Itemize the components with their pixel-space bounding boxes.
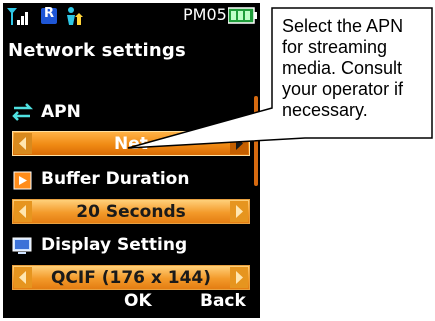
chevron-right-icon [236,205,243,218]
arrows-exchange-icon [12,103,34,121]
battery-icon [228,7,257,24]
data-transfer-icon [67,7,83,25]
apn-value: Net [114,134,148,154]
status-bar: R PM05:58 [3,3,260,29]
buffer-play-icon [13,171,32,190]
chevron-right-icon [236,137,243,150]
roaming-badge-text: R [44,6,55,21]
buffer-duration-selector[interactable]: 20 Seconds [12,199,250,224]
apn-label: APN [41,102,81,122]
antenna-icon [7,8,17,25]
phone-screen: R PM05:58 Network settings APN Net Buffe… [3,3,260,318]
display-setting-value: QCIF (176 x 144) [50,268,212,288]
callout-line: necessary. [282,100,368,120]
display-prev-arrow[interactable] [14,267,32,288]
callout-text: Select the APN for streaming media. Cons… [282,16,432,121]
buffer-duration-value: 20 Seconds [76,202,186,222]
ok-softkey[interactable]: OK [124,291,152,311]
chevron-right-icon [236,271,243,284]
signal-strength-icon [17,12,28,25]
back-softkey[interactable]: Back [200,291,246,311]
apn-next-arrow[interactable] [230,133,248,154]
buffer-duration-label: Buffer Duration [41,169,190,189]
callout-line: for streaming [282,37,388,57]
display-next-arrow[interactable] [230,267,248,288]
scrollbar[interactable] [254,96,258,186]
apn-selector[interactable]: Net [12,131,250,156]
callout-line: media. Consult [282,58,403,78]
chevron-left-icon [19,137,26,150]
chevron-left-icon [19,205,26,218]
buffer-next-arrow[interactable] [230,201,248,222]
display-setting-label: Display Setting [41,235,188,255]
display-setting-icon [12,237,32,254]
screen-title: Network settings [8,40,186,61]
callout-line: your operator if [282,79,404,99]
callout-line: Select the APN [282,16,404,36]
chevron-left-icon [19,271,26,284]
status-icons [7,7,83,25]
apn-prev-arrow[interactable] [14,133,32,154]
display-setting-selector[interactable]: QCIF (176 x 144) [12,265,250,290]
buffer-prev-arrow[interactable] [14,201,32,222]
